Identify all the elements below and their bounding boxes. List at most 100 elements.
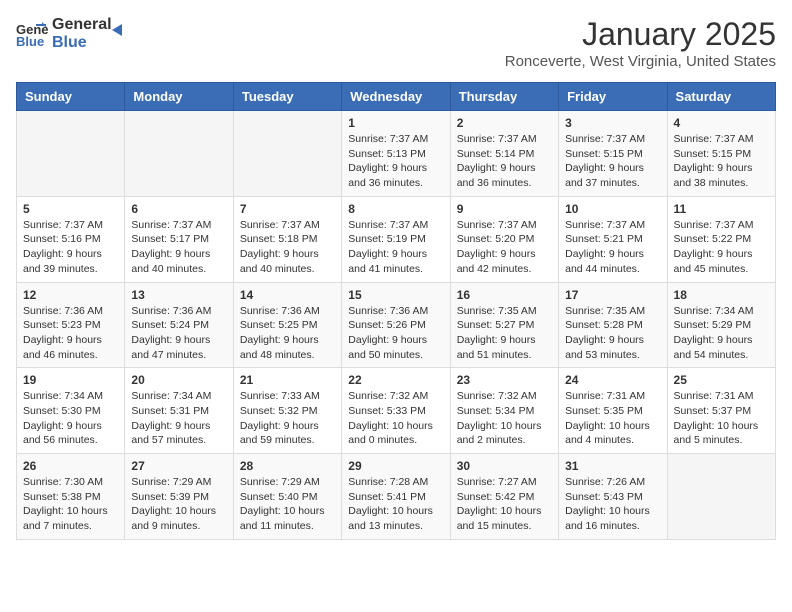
day-info: Sunrise: 7:37 AM Sunset: 5:17 PM Dayligh… (131, 218, 226, 277)
day-info: Sunrise: 7:30 AM Sunset: 5:38 PM Dayligh… (23, 475, 118, 534)
day-number: 20 (131, 373, 226, 387)
calendar-cell: 12 Sunrise: 7:36 AM Sunset: 5:23 PM Dayli… (17, 282, 125, 368)
weekday-header-monday: Monday (125, 83, 233, 111)
day-number: 18 (674, 288, 769, 302)
day-number: 15 (348, 288, 443, 302)
day-number: 8 (348, 202, 443, 216)
day-info: Sunrise: 7:36 AM Sunset: 5:23 PM Dayligh… (23, 304, 118, 363)
calendar-cell: 26 Sunrise: 7:30 AM Sunset: 5:38 PM Dayli… (17, 454, 125, 540)
day-number: 21 (240, 373, 335, 387)
logo-blue: Blue (52, 34, 112, 52)
day-number: 12 (23, 288, 118, 302)
day-info: Sunrise: 7:32 AM Sunset: 5:34 PM Dayligh… (457, 389, 552, 448)
day-number: 26 (23, 459, 118, 473)
weekday-header-saturday: Saturday (667, 83, 775, 111)
calendar-cell: 29Sunrise: 7:28 AM Sunset: 5:41 PM Dayli… (342, 454, 450, 540)
day-number: 22 (348, 373, 443, 387)
weekday-header-tuesday: Tuesday (233, 83, 341, 111)
day-number: 3 (565, 116, 660, 130)
weekday-header-thursday: Thursday (450, 83, 558, 111)
day-info: Sunrise: 7:34 AM Sunset: 5:30 PM Dayligh… (23, 389, 118, 448)
weekday-header-friday: Friday (559, 83, 667, 111)
calendar-cell: 14Sunrise: 7:36 AM Sunset: 5:25 PM Dayli… (233, 282, 341, 368)
svg-text:Blue: Blue (16, 34, 44, 48)
week-row-2: 12 Sunrise: 7:36 AM Sunset: 5:23 PM Dayli… (17, 282, 776, 368)
day-number: 31 (565, 459, 660, 473)
day-info: Sunrise: 7:32 AM Sunset: 5:33 PM Dayligh… (348, 389, 443, 448)
day-number: 17 (565, 288, 660, 302)
day-info: Sunrise: 7:33 AM Sunset: 5:32 PM Dayligh… (240, 389, 335, 448)
calendar-cell: 9Sunrise: 7:37 AM Sunset: 5:20 PM Daylig… (450, 196, 558, 282)
day-number: 16 (457, 288, 552, 302)
calendar-cell: 4 Sunrise: 7:37 AM Sunset: 5:15 PM Daylig… (667, 111, 775, 197)
day-info: Sunrise: 7:34 AM Sunset: 5:29 PM Dayligh… (674, 304, 769, 363)
logo-icon: General Blue (16, 20, 48, 48)
day-info: Sunrise: 7:36 AM Sunset: 5:25 PM Dayligh… (240, 304, 335, 363)
calendar-cell: 1Sunrise: 7:37 AM Sunset: 5:13 PM Daylig… (342, 111, 450, 197)
calendar-cell (17, 111, 125, 197)
day-number: 2 (457, 116, 552, 130)
calendar-cell: 20 Sunrise: 7:34 AM Sunset: 5:31 PM Dayli… (125, 368, 233, 454)
calendar-cell: 21 Sunrise: 7:33 AM Sunset: 5:32 PM Dayli… (233, 368, 341, 454)
day-number: 24 (565, 373, 660, 387)
month-title: January 2025 (505, 16, 776, 53)
day-info: Sunrise: 7:31 AM Sunset: 5:37 PM Dayligh… (674, 389, 769, 448)
week-row-1: 5 Sunrise: 7:37 AM Sunset: 5:16 PM Daylig… (17, 196, 776, 282)
location-title: Ronceverte, West Virginia, United States (505, 53, 776, 70)
day-number: 13 (131, 288, 226, 302)
day-number: 28 (240, 459, 335, 473)
day-info: Sunrise: 7:37 AM Sunset: 5:20 PM Dayligh… (457, 218, 552, 277)
calendar-cell: 17 Sunrise: 7:35 AM Sunset: 5:28 PM Dayli… (559, 282, 667, 368)
calendar-table: SundayMondayTuesdayWednesdayThursdayFrid… (16, 82, 776, 540)
calendar-cell: 13 Sunrise: 7:36 AM Sunset: 5:24 PM Dayli… (125, 282, 233, 368)
calendar-cell: 7Sunrise: 7:37 AM Sunset: 5:18 PM Daylig… (233, 196, 341, 282)
day-info: Sunrise: 7:36 AM Sunset: 5:26 PM Dayligh… (348, 304, 443, 363)
week-row-3: 19 Sunrise: 7:34 AM Sunset: 5:30 PM Dayli… (17, 368, 776, 454)
logo-arrow-icon (108, 20, 128, 40)
day-info: Sunrise: 7:28 AM Sunset: 5:41 PM Dayligh… (348, 475, 443, 534)
day-number: 4 (674, 116, 769, 130)
day-info: Sunrise: 7:26 AM Sunset: 5:43 PM Dayligh… (565, 475, 660, 534)
calendar-cell: 27 Sunrise: 7:29 AM Sunset: 5:39 PM Dayli… (125, 454, 233, 540)
calendar-cell: 3 Sunrise: 7:37 AM Sunset: 5:15 PM Daylig… (559, 111, 667, 197)
day-number: 19 (23, 373, 118, 387)
logo-general: General (52, 16, 112, 34)
day-info: Sunrise: 7:37 AM Sunset: 5:14 PM Dayligh… (457, 132, 552, 191)
title-section: January 2025 Ronceverte, West Virginia, … (505, 16, 776, 70)
day-info: Sunrise: 7:37 AM Sunset: 5:22 PM Dayligh… (674, 218, 769, 277)
day-number: 23 (457, 373, 552, 387)
day-number: 27 (131, 459, 226, 473)
calendar-cell: 5 Sunrise: 7:37 AM Sunset: 5:16 PM Daylig… (17, 196, 125, 282)
weekday-header-wednesday: Wednesday (342, 83, 450, 111)
day-info: Sunrise: 7:36 AM Sunset: 5:24 PM Dayligh… (131, 304, 226, 363)
day-info: Sunrise: 7:27 AM Sunset: 5:42 PM Dayligh… (457, 475, 552, 534)
week-row-4: 26 Sunrise: 7:30 AM Sunset: 5:38 PM Dayli… (17, 454, 776, 540)
day-number: 11 (674, 202, 769, 216)
day-info: Sunrise: 7:29 AM Sunset: 5:40 PM Dayligh… (240, 475, 335, 534)
calendar-cell (667, 454, 775, 540)
calendar-cell (125, 111, 233, 197)
day-number: 5 (23, 202, 118, 216)
calendar-cell: 16Sunrise: 7:35 AM Sunset: 5:27 PM Dayli… (450, 282, 558, 368)
day-number: 6 (131, 202, 226, 216)
day-info: Sunrise: 7:37 AM Sunset: 5:19 PM Dayligh… (348, 218, 443, 277)
weekday-header-row: SundayMondayTuesdayWednesdayThursdayFrid… (17, 83, 776, 111)
calendar-cell: 25Sunrise: 7:31 AM Sunset: 5:37 PM Dayli… (667, 368, 775, 454)
day-info: Sunrise: 7:34 AM Sunset: 5:31 PM Dayligh… (131, 389, 226, 448)
day-info: Sunrise: 7:37 AM Sunset: 5:21 PM Dayligh… (565, 218, 660, 277)
calendar-cell: 28 Sunrise: 7:29 AM Sunset: 5:40 PM Dayli… (233, 454, 341, 540)
day-info: Sunrise: 7:31 AM Sunset: 5:35 PM Dayligh… (565, 389, 660, 448)
day-number: 1 (348, 116, 443, 130)
day-info: Sunrise: 7:37 AM Sunset: 5:15 PM Dayligh… (674, 132, 769, 191)
day-info: Sunrise: 7:37 AM Sunset: 5:15 PM Dayligh… (565, 132, 660, 191)
calendar-cell: 15 Sunrise: 7:36 AM Sunset: 5:26 PM Dayli… (342, 282, 450, 368)
day-info: Sunrise: 7:37 AM Sunset: 5:16 PM Dayligh… (23, 218, 118, 277)
calendar-cell: 19 Sunrise: 7:34 AM Sunset: 5:30 PM Dayli… (17, 368, 125, 454)
calendar-cell: 6 Sunrise: 7:37 AM Sunset: 5:17 PM Daylig… (125, 196, 233, 282)
day-info: Sunrise: 7:29 AM Sunset: 5:39 PM Dayligh… (131, 475, 226, 534)
calendar-cell: 22 Sunrise: 7:32 AM Sunset: 5:33 PM Dayli… (342, 368, 450, 454)
week-row-0: 1Sunrise: 7:37 AM Sunset: 5:13 PM Daylig… (17, 111, 776, 197)
day-info: Sunrise: 7:37 AM Sunset: 5:18 PM Dayligh… (240, 218, 335, 277)
day-info: Sunrise: 7:35 AM Sunset: 5:28 PM Dayligh… (565, 304, 660, 363)
calendar-cell: 30Sunrise: 7:27 AM Sunset: 5:42 PM Dayli… (450, 454, 558, 540)
